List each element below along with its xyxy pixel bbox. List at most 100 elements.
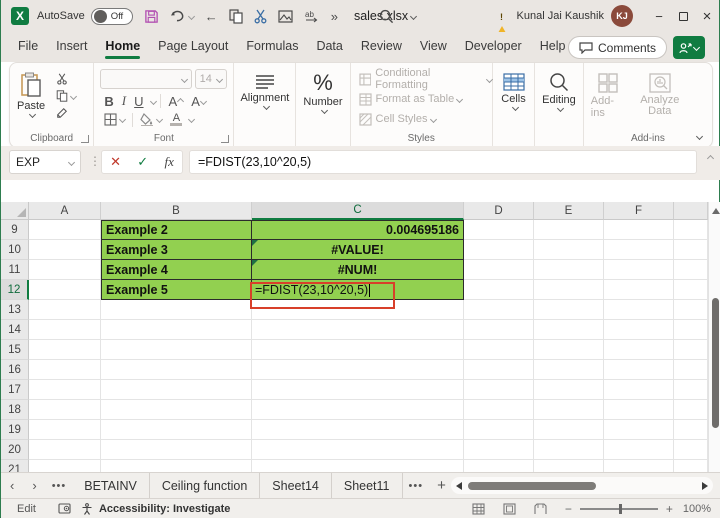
zoom-slider-thumb[interactable] — [618, 503, 622, 514]
cell-G11[interactable] — [674, 260, 708, 280]
cell[interactable] — [604, 320, 674, 340]
search-icon[interactable] — [379, 9, 394, 24]
cell[interactable] — [252, 340, 464, 360]
cell-E12[interactable] — [534, 280, 604, 300]
increase-font-button[interactable]: A — [165, 93, 188, 110]
column-header-partial[interactable] — [674, 202, 708, 220]
row-header-15[interactable]: 15 — [1, 340, 29, 360]
row-header-21[interactable]: 21 — [1, 460, 29, 472]
cell-G10[interactable] — [674, 240, 708, 260]
column-header-e[interactable]: E — [534, 202, 604, 220]
cell-G9[interactable] — [674, 220, 708, 240]
column-header-a[interactable]: A — [29, 202, 101, 220]
cell-B12[interactable]: Example 5 — [101, 280, 252, 300]
cell[interactable] — [674, 440, 708, 460]
cell[interactable] — [534, 420, 604, 440]
name-box-splitter[interactable]: ⋮ — [89, 154, 101, 168]
cell[interactable] — [29, 460, 101, 472]
cell[interactable] — [464, 340, 534, 360]
cell[interactable] — [101, 300, 252, 320]
sheet-tab-sheet14[interactable]: Sheet14 — [260, 473, 332, 498]
zoom-level[interactable]: 100% — [683, 503, 711, 515]
format-as-table-button[interactable]: Format as Table — [358, 90, 492, 108]
cell-F12[interactable] — [604, 280, 674, 300]
font-color-button[interactable]: A — [166, 112, 186, 127]
column-header-d[interactable]: D — [464, 202, 534, 220]
zoom-slider[interactable] — [579, 503, 658, 514]
row-header-14[interactable]: 14 — [1, 320, 29, 340]
cell-A10[interactable] — [29, 240, 101, 260]
cell-F9[interactable] — [604, 220, 674, 240]
accessibility-icon[interactable] — [81, 502, 93, 515]
cell[interactable] — [464, 460, 534, 472]
cell[interactable] — [464, 300, 534, 320]
italic-button[interactable]: I — [118, 92, 130, 110]
scroll-up-arrow[interactable] — [712, 208, 720, 214]
cell[interactable] — [29, 380, 101, 400]
cell[interactable] — [252, 420, 464, 440]
cell-D9[interactable] — [464, 220, 534, 240]
column-header-b[interactable]: B — [101, 202, 252, 220]
cell[interactable] — [534, 400, 604, 420]
cell[interactable] — [674, 460, 708, 472]
cell[interactable] — [252, 360, 464, 380]
macro-record-icon[interactable] — [58, 503, 71, 514]
cell[interactable] — [464, 320, 534, 340]
row-header-17[interactable]: 17 — [1, 380, 29, 400]
cell[interactable] — [674, 420, 708, 440]
row-header-20[interactable]: 20 — [1, 440, 29, 460]
tab-insert[interactable]: Insert — [47, 33, 96, 61]
cell[interactable] — [252, 400, 464, 420]
cell-E9[interactable] — [534, 220, 604, 240]
cell[interactable] — [101, 360, 252, 380]
horizontal-scroll-thumb[interactable] — [468, 481, 596, 490]
cell[interactable] — [534, 300, 604, 320]
fill-color-button[interactable] — [136, 112, 166, 127]
copy-picture-button[interactable] — [278, 9, 293, 23]
cell[interactable] — [29, 320, 101, 340]
cell[interactable] — [29, 300, 101, 320]
cell[interactable] — [674, 300, 708, 320]
cell[interactable] — [534, 460, 604, 472]
row-header-10[interactable]: 10 — [1, 240, 29, 260]
cell[interactable] — [29, 420, 101, 440]
copy-button[interactable] — [229, 8, 243, 24]
cell[interactable] — [29, 440, 101, 460]
tab-review[interactable]: Review — [352, 33, 411, 61]
warning-icon[interactable]: ! — [493, 9, 510, 40]
cell[interactable] — [674, 400, 708, 420]
borders-button[interactable] — [100, 112, 129, 127]
underline-button[interactable]: U — [130, 93, 147, 110]
undo-button[interactable] — [170, 9, 195, 23]
editing-button[interactable]: Editing — [535, 70, 583, 113]
cell-E10[interactable] — [534, 240, 604, 260]
cell[interactable] — [534, 320, 604, 340]
decrease-font-button[interactable]: A — [187, 93, 210, 110]
bold-button[interactable]: B — [100, 93, 117, 110]
format-painter-icon[interactable] — [52, 106, 80, 120]
tab-home[interactable]: Home — [96, 33, 149, 61]
alignment-button[interactable]: Alignment — [234, 72, 295, 111]
cell-D11[interactable] — [464, 260, 534, 280]
sheet-more-right-dots[interactable]: ••• — [403, 480, 430, 492]
cell[interactable] — [604, 440, 674, 460]
zoom-in-button[interactable]: + — [666, 502, 673, 516]
cell[interactable] — [101, 380, 252, 400]
cell[interactable] — [534, 440, 604, 460]
number-button[interactable]: % Number — [296, 70, 349, 115]
cancel-entry-button[interactable]: ✕ — [110, 154, 121, 170]
cell[interactable] — [534, 380, 604, 400]
cell[interactable] — [604, 340, 674, 360]
row-header-18[interactable]: 18 — [1, 400, 29, 420]
cell-D12[interactable] — [464, 280, 534, 300]
formula-bar-collapse-chevron[interactable] — [706, 154, 715, 163]
sheet-next-arrow[interactable]: › — [23, 478, 45, 493]
cell[interactable] — [101, 400, 252, 420]
tab-developer[interactable]: Developer — [456, 33, 531, 61]
cell[interactable] — [252, 320, 464, 340]
cell-D10[interactable] — [464, 240, 534, 260]
cell[interactable] — [604, 460, 674, 472]
cell[interactable] — [101, 460, 252, 472]
cell[interactable] — [29, 360, 101, 380]
cell[interactable] — [101, 440, 252, 460]
